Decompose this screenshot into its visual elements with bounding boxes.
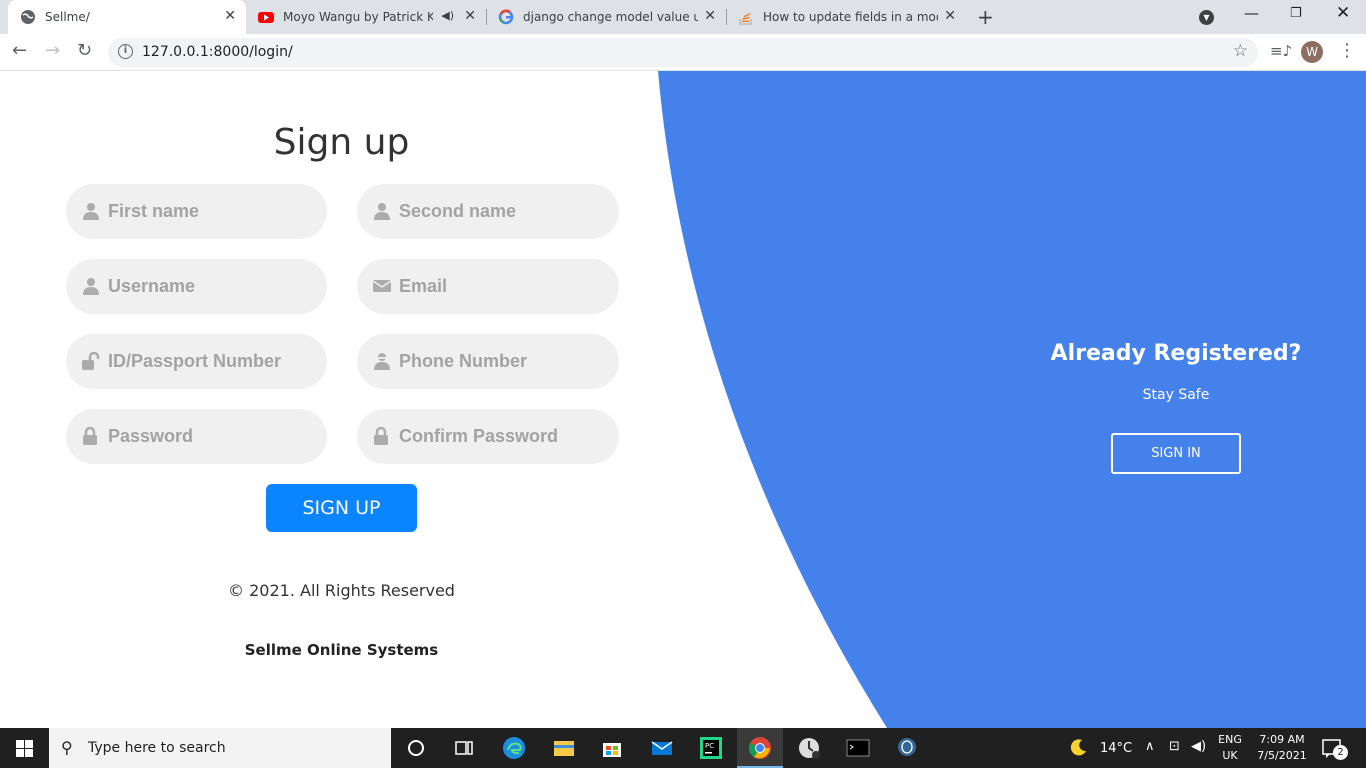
stackoverflow-icon (739, 13, 752, 25)
bookmark-star-icon[interactable]: ☆ (1233, 41, 1248, 61)
close-tab-icon[interactable]: ✕ (224, 8, 236, 24)
google-icon (498, 9, 514, 25)
volume-icon[interactable]: ◀) (1191, 739, 1206, 754)
signup-button[interactable]: SIGN UP (266, 484, 417, 532)
username-field[interactable] (66, 259, 327, 314)
youtube-icon (258, 12, 274, 23)
close-tab-icon[interactable]: ✕ (464, 8, 476, 24)
clock-date[interactable]: 7/5/2021 (1252, 749, 1312, 762)
browser-tab-bar: Sellme/ ✕ Moyo Wangu by Patrick Kubu ◀) … (0, 0, 1366, 34)
browser-menu-icon[interactable]: ⋮ (1338, 40, 1356, 61)
copyright-text: © 2021. All Rights Reserved (228, 581, 455, 600)
tab-title: Sellme/ (45, 10, 90, 24)
tab-stackoverflow[interactable]: How to update fields in a model ✕ (726, 0, 966, 34)
site-info-icon[interactable]: i (118, 44, 133, 59)
mail-icon[interactable] (650, 736, 674, 760)
taskbar-search-box[interactable]: ⚲ Type here to search (49, 728, 391, 768)
windows-start-icon[interactable] (16, 740, 33, 757)
weather-temperature[interactable]: 14°C (1100, 741, 1132, 756)
minimize-button[interactable]: — (1244, 4, 1259, 22)
svg-text:PC: PC (705, 742, 714, 750)
id-number-field[interactable] (66, 334, 327, 389)
tab-sellme[interactable]: Sellme/ ✕ (8, 0, 246, 34)
back-icon[interactable]: ← (12, 40, 27, 61)
clock-time[interactable]: 7:09 AM (1252, 733, 1312, 746)
phone-field[interactable] (357, 334, 619, 389)
microsoft-store-icon[interactable] (600, 736, 624, 760)
lock-icon (374, 427, 388, 445)
address-bar[interactable]: i 127.0.0.1:8000/login/ ☆ (108, 38, 1258, 67)
tab-search-icon[interactable]: ▼ (1199, 10, 1214, 25)
first-name-input[interactable] (108, 184, 308, 239)
close-window-button[interactable]: ✕ (1336, 3, 1350, 23)
user-phone-icon (374, 353, 390, 370)
confirm-password-input[interactable] (399, 409, 599, 464)
signin-button[interactable]: SIGN IN (1111, 433, 1241, 474)
stay-safe-subtitle: Stay Safe (1142, 387, 1210, 403)
lock-icon (83, 427, 97, 445)
user-icon (374, 203, 390, 220)
cortana-icon[interactable] (404, 736, 428, 760)
file-explorer-icon[interactable] (552, 736, 576, 760)
restore-button[interactable]: ❐ (1290, 6, 1302, 21)
tab-google[interactable]: django change model value using ✕ (486, 0, 727, 34)
signup-title: Sign up (273, 122, 410, 163)
new-tab-button[interactable]: + (977, 5, 994, 29)
search-placeholder: Type here to search (88, 740, 226, 756)
password-field[interactable] (66, 409, 327, 464)
language-indicator[interactable]: ENG (1214, 733, 1246, 746)
tab-title: How to update fields in a model (763, 10, 938, 24)
tray-chevron-icon[interactable]: ∧ (1145, 739, 1155, 754)
confirm-password-field[interactable] (357, 409, 619, 464)
search-icon: ⚲ (61, 738, 73, 757)
tab-youtube[interactable]: Moyo Wangu by Patrick Kubu ◀) ✕ (246, 0, 487, 34)
postgresql-icon[interactable] (895, 736, 919, 760)
password-input[interactable] (108, 409, 308, 464)
clock-app-icon[interactable] (797, 736, 821, 760)
email-field[interactable] (357, 259, 619, 314)
chrome-icon (748, 737, 771, 759)
windows-taskbar: ⚲ Type here to search PC 14°C ∧ ⊡ ◀) ENG… (0, 728, 1366, 768)
network-icon[interactable]: ⊡ (1169, 739, 1180, 754)
weather-moon-icon[interactable] (1070, 738, 1088, 756)
speaker-icon[interactable]: ◀) (441, 9, 454, 22)
company-name: Sellme Online Systems (244, 641, 439, 659)
tab-title: Moyo Wangu by Patrick Kubu (283, 10, 433, 24)
notification-badge: 2 (1333, 745, 1348, 760)
envelope-icon (373, 280, 391, 292)
forward-icon[interactable]: → (45, 40, 60, 61)
tab-title: django change model value using (523, 10, 698, 24)
phone-input[interactable] (399, 334, 599, 389)
user-icon (83, 203, 99, 220)
url-text[interactable]: 127.0.0.1:8000/login/ (142, 44, 293, 60)
language-region[interactable]: UK (1214, 749, 1246, 762)
id-number-input[interactable] (108, 334, 308, 389)
reload-icon[interactable]: ↻ (77, 40, 92, 61)
task-view-icon[interactable] (452, 736, 476, 760)
media-control-icon[interactable]: ≡♪ (1270, 42, 1292, 60)
user-icon (83, 278, 99, 295)
unlock-icon (82, 352, 100, 370)
browser-toolbar: ← → ↻ i 127.0.0.1:8000/login/ ☆ ≡♪ W ⋮ (0, 34, 1366, 71)
second-name-input[interactable] (399, 184, 599, 239)
globe-icon (21, 10, 35, 24)
pycharm-icon[interactable]: PC (699, 736, 723, 760)
profile-avatar[interactable]: W (1301, 41, 1323, 63)
email-input[interactable] (399, 259, 599, 314)
already-registered-title: Already Registered? (1050, 341, 1302, 366)
login-page: Sign up SIGN UP © 2021. All Rights Reser… (0, 71, 1366, 728)
chrome-taskbar-button[interactable] (737, 728, 783, 768)
second-name-field[interactable] (357, 184, 619, 239)
edge-icon[interactable] (502, 736, 526, 760)
terminal-icon[interactable] (846, 736, 870, 760)
close-tab-icon[interactable]: ✕ (944, 8, 956, 24)
first-name-field[interactable] (66, 184, 327, 239)
username-input[interactable] (108, 259, 308, 314)
close-tab-icon[interactable]: ✕ (704, 8, 716, 24)
